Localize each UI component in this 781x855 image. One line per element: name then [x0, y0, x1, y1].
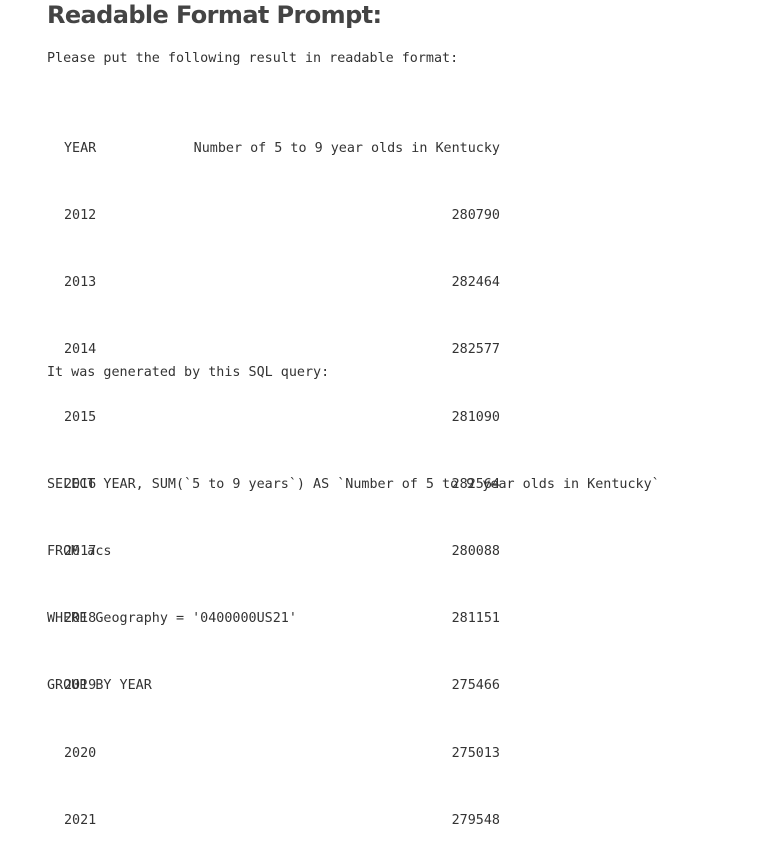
count-cell: 279548 [451, 812, 500, 828]
year-cell: 2020 [64, 745, 97, 761]
table-row: 2021 279548 [47, 810, 500, 832]
sql-line: SELECT YEAR, SUM(`5 to 9 years`) AS `Num… [47, 476, 660, 492]
table-row: 2012 280790 [47, 205, 500, 227]
table-row: 2020 275013 [47, 743, 500, 765]
generated-by-text: It was generated by this SQL query: [47, 365, 330, 380]
year-cell: 2014 [64, 342, 97, 358]
table-row: 2015 281090 [47, 407, 500, 429]
year-cell: 2015 [64, 409, 97, 425]
year-cell: 2012 [64, 208, 97, 224]
count-cell: 282464 [451, 275, 500, 291]
sql-line: WHERE Geography = '0400000US21' [47, 611, 297, 627]
count-cell: 280790 [451, 208, 500, 224]
page-title: Readable Format Prompt: [47, 1, 382, 29]
year-cell: 2013 [64, 275, 97, 291]
count-cell: 281090 [451, 409, 500, 425]
table-row: 2014 282577 [47, 339, 500, 361]
table-header-row: YEAR Number of 5 to 9 year olds in Kentuc… [47, 138, 500, 160]
header-year: YEAR [64, 140, 97, 156]
intro-text: Please put the following result in reada… [47, 51, 459, 66]
year-cell: 2021 [64, 812, 97, 828]
count-cell: 275013 [451, 745, 500, 761]
sql-line: FROM acs [47, 544, 112, 560]
header-count: Number of 5 to 9 year olds in Kentucky [193, 140, 500, 156]
sql-line: GROUP BY YEAR [47, 678, 152, 694]
sql-query: SELECT YEAR, SUM(`5 to 9 years`) AS `Num… [47, 429, 660, 720]
table-row: 2013 282464 [47, 272, 500, 294]
count-cell: 282577 [451, 342, 500, 358]
